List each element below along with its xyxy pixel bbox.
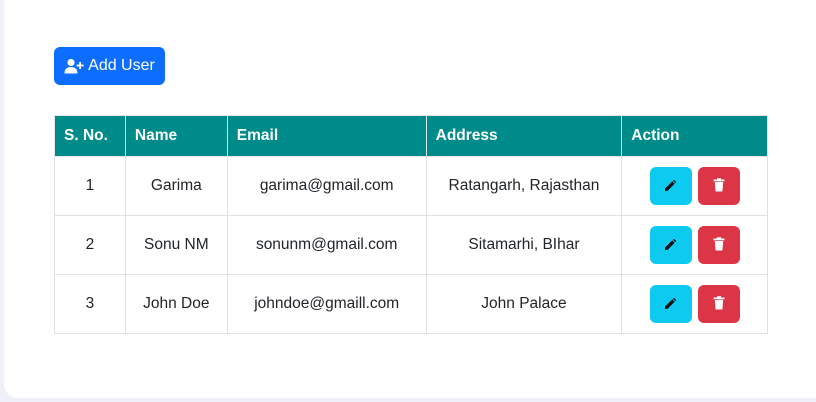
cell-actions	[621, 156, 768, 216]
cell-email: sonunm@gmail.com	[226, 215, 427, 275]
trash-icon	[713, 177, 725, 195]
column-header-email: Email	[226, 115, 427, 157]
column-header-address: Address	[425, 115, 623, 157]
column-header-action: Action	[621, 115, 768, 157]
table-row: 2 Sonu NM sonunm@gmail.com Sitamarhi, BI…	[54, 215, 768, 275]
column-header-sno: S. No.	[54, 115, 126, 157]
add-user-label: Add User	[88, 57, 155, 74]
cell-address: John Palace	[425, 274, 623, 334]
delete-button[interactable]	[697, 226, 740, 264]
cell-sno: 2	[54, 215, 126, 275]
cell-name: Sonu NM	[124, 215, 228, 275]
cell-actions	[621, 274, 768, 334]
table-row: 3 John Doe johndoe@gmaill.com John Palac…	[54, 274, 768, 334]
cell-sno: 1	[54, 156, 126, 216]
delete-button[interactable]	[697, 167, 740, 205]
pencil-icon	[664, 296, 678, 313]
user-plus-icon	[64, 58, 84, 74]
cell-address: Ratangarh, Rajasthan	[425, 156, 623, 216]
edit-button[interactable]	[649, 167, 692, 205]
trash-icon	[713, 236, 725, 254]
cell-email: garima@gmail.com	[226, 156, 427, 216]
add-user-button[interactable]: Add User	[54, 47, 165, 85]
delete-button[interactable]	[697, 285, 740, 323]
cell-address: Sitamarhi, BIhar	[425, 215, 623, 275]
table-header-row: S. No. Name Email Address Action	[54, 115, 768, 157]
users-table: S. No. Name Email Address Action 1 Garim…	[54, 115, 768, 334]
pencil-icon	[664, 178, 678, 195]
cell-name: John Doe	[124, 274, 228, 334]
pencil-icon	[664, 237, 678, 254]
cell-actions	[621, 215, 768, 275]
edit-button[interactable]	[649, 285, 692, 323]
cell-name: Garima	[124, 156, 228, 216]
cell-sno: 3	[54, 274, 126, 334]
trash-icon	[713, 295, 725, 313]
edit-button[interactable]	[649, 226, 692, 264]
column-header-name: Name	[124, 115, 228, 157]
cell-email: johndoe@gmaill.com	[226, 274, 427, 334]
table-row: 1 Garima garima@gmail.com Ratangarh, Raj…	[54, 156, 768, 216]
